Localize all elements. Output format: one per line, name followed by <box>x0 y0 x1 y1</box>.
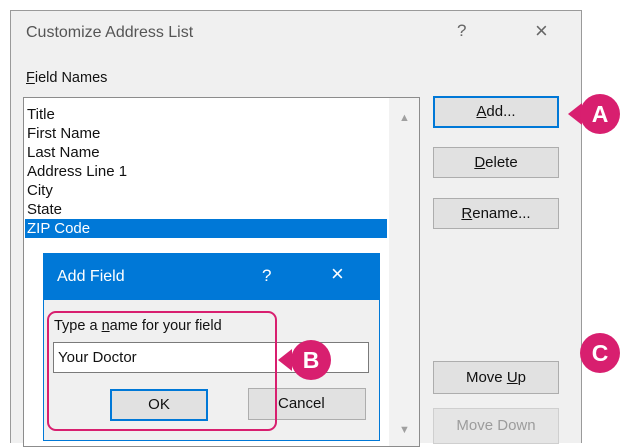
rename-button[interactable]: Rename... <box>433 198 559 229</box>
list-scrollbar[interactable]: ▲ ▼ <box>389 98 419 446</box>
help-icon[interactable]: ? <box>262 266 271 286</box>
add-field-title: Add Field <box>57 268 125 285</box>
move-up-button[interactable]: Move Up <box>433 361 559 394</box>
move-down-button[interactable]: Move Down <box>433 408 559 444</box>
list-item[interactable]: State <box>25 200 387 219</box>
help-icon[interactable]: ? <box>457 21 466 41</box>
callout-a: A <box>580 94 620 134</box>
callout-b: B <box>291 340 331 380</box>
scroll-up-icon[interactable]: ▲ <box>399 112 410 124</box>
field-names-label: Field Names <box>26 70 108 86</box>
list-item-selected[interactable]: ZIP Code <box>25 219 387 238</box>
dialog-title: Customize Address List <box>26 24 194 41</box>
delete-button[interactable]: Delete <box>433 147 559 178</box>
close-icon[interactable]: × <box>535 18 548 44</box>
list-item[interactable]: First Name <box>25 124 387 143</box>
list-item[interactable]: Address Line 1 <box>25 162 387 181</box>
list-item[interactable]: Last Name <box>25 143 387 162</box>
close-icon[interactable]: × <box>331 261 344 287</box>
highlight-box <box>47 311 277 431</box>
callout-pointer <box>278 349 292 371</box>
add-field-titlebar: Add Field ? × <box>44 254 379 300</box>
callout-c: C <box>580 333 620 373</box>
add-button[interactable]: Add... <box>433 96 559 128</box>
scroll-down-icon[interactable]: ▼ <box>399 424 410 436</box>
list-item[interactable]: Title <box>25 105 387 124</box>
list-item[interactable]: City <box>25 181 387 200</box>
